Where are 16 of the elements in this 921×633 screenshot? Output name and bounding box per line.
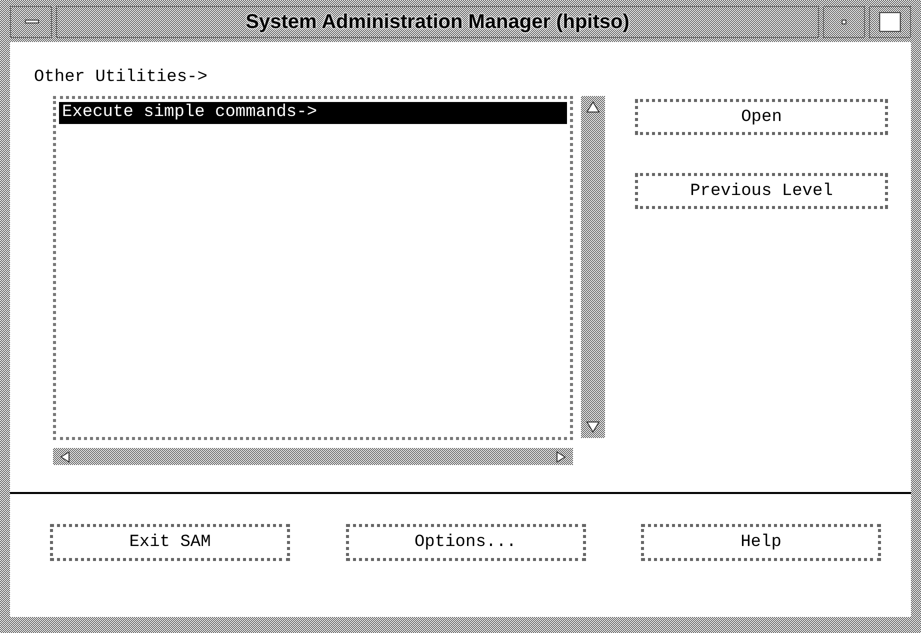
down-arrow-icon[interactable] <box>586 420 600 434</box>
vertical-scrollbar[interactable] <box>581 96 605 438</box>
null[interactable]: Exit SAM <box>50 524 290 561</box>
null[interactable]: Previous Level <box>635 173 888 209</box>
left-arrow-icon[interactable] <box>59 450 71 462</box>
null[interactable]: Options... <box>346 524 586 561</box>
window-menu-icon[interactable] <box>10 6 52 38</box>
null[interactable]: Help <box>641 524 881 561</box>
horizontal-scrollbar[interactable] <box>53 448 573 465</box>
null[interactable]: Open <box>635 99 888 135</box>
path-label: Other Utilities-> <box>33 67 208 82</box>
list-item[interactable]: Execute simple commands-> <box>59 102 567 124</box>
maximize-icon[interactable] <box>869 6 911 38</box>
minimize-icon[interactable] <box>823 6 865 38</box>
right-arrow-icon[interactable] <box>555 450 567 462</box>
up-arrow-icon[interactable] <box>586 100 600 114</box>
